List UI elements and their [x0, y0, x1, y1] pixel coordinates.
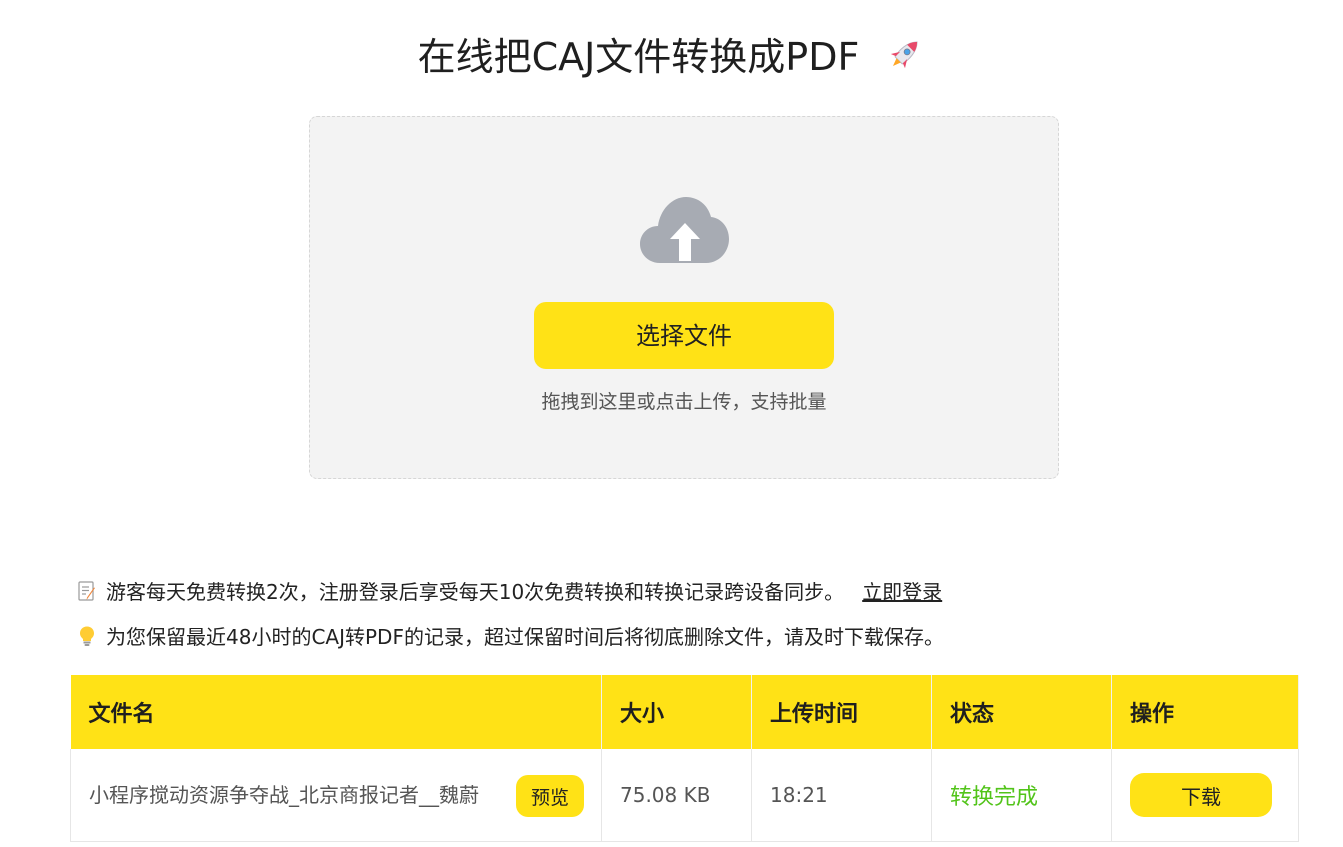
table-row: 小程序搅动资源争夺战_北京商报记者__魏蔚 预览 75.08 KB 18:21 … — [70, 749, 1299, 842]
guest-limit-notice: 游客每天免费转换2次，注册登录后享受每天10次免费转换和转换记录跨设备同步。 立即… — [76, 578, 942, 606]
select-file-button[interactable]: 选择文件 — [534, 302, 834, 369]
table-header-row: 文件名 大小 上传时间 状态 操作 — [70, 675, 1299, 749]
column-header-file-name: 文件名 — [70, 675, 602, 749]
upload-dropzone[interactable]: 选择文件 拖拽到这里或点击上传，支持批量 — [309, 116, 1059, 479]
download-button[interactable]: 下载 — [1130, 773, 1272, 817]
page-title: 在线把CAJ文件转换成PDF — [0, 32, 1343, 86]
file-name-cell: 小程序搅动资源争夺战_北京商报记者__魏蔚 预览 — [70, 749, 602, 842]
status-cell: 转换完成 — [931, 749, 1112, 842]
status-badge: 转换完成 — [950, 785, 1039, 810]
guest-limit-text: 游客每天免费转换2次，注册登录后享受每天10次免费转换和转换记录跨设备同步。 — [106, 580, 845, 604]
lightbulb-icon — [76, 625, 98, 647]
cloud-upload-icon — [640, 195, 730, 269]
column-header-upload-time: 上传时间 — [751, 675, 932, 749]
drop-hint: 拖拽到这里或点击上传，支持批量 — [541, 391, 827, 413]
rocket-icon — [885, 34, 925, 86]
file-table: 文件名 大小 上传时间 状态 操作 小程序搅动资源争夺战_北京商报记者__魏蔚 … — [70, 675, 1299, 842]
page-title-text: 在线把CAJ文件转换成PDF — [417, 35, 860, 79]
login-link[interactable]: 立即登录 — [862, 580, 942, 604]
column-header-status: 状态 — [931, 675, 1112, 749]
retention-notice: 为您保留最近48小时的CAJ转PDF的记录，超过保留时间后将彻底删除文件，请及时… — [76, 623, 944, 651]
retention-text: 为您保留最近48小时的CAJ转PDF的记录，超过保留时间后将彻底删除文件，请及时… — [106, 625, 944, 649]
column-header-size: 大小 — [601, 675, 752, 749]
file-name: 小程序搅动资源争夺战_北京商报记者__魏蔚 — [89, 783, 479, 807]
column-header-actions: 操作 — [1111, 675, 1299, 749]
actions-cell: 下载 — [1111, 749, 1299, 842]
file-size: 75.08 KB — [601, 749, 752, 842]
memo-icon — [76, 580, 98, 602]
upload-time: 18:21 — [751, 749, 932, 842]
preview-button[interactable]: 预览 — [516, 775, 584, 817]
